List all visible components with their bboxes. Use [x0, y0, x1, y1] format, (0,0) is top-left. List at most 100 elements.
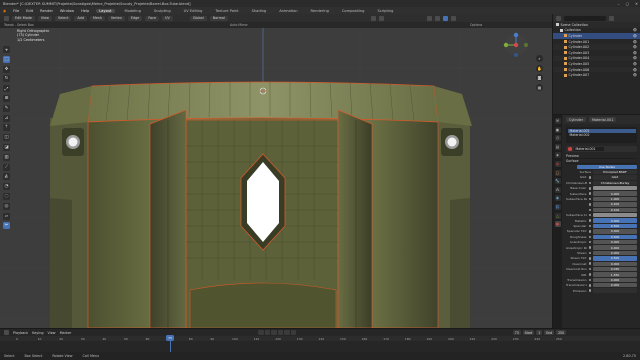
tab-uv-editing[interactable]: UV Editing	[181, 9, 206, 13]
menu-mesh[interactable]: Mesh	[89, 15, 105, 21]
socket-dot-icon[interactable]	[588, 240, 591, 244]
menu-uv[interactable]: UV	[162, 15, 173, 21]
menu-edge[interactable]: Edge	[127, 15, 143, 21]
property-value-field[interactable]: 0.000	[593, 218, 637, 223]
material-name-field[interactable]: Material.001	[573, 146, 604, 152]
cursor-tool-icon[interactable]: ⌖	[3, 46, 10, 53]
current-frame-field[interactable]: 73	[512, 330, 521, 335]
play-icon[interactable]	[277, 330, 283, 335]
visibility-eye-icon[interactable]: 👁	[633, 34, 637, 38]
polybuild-tool-icon[interactable]: ◭	[3, 173, 10, 181]
measure-tool-icon[interactable]: ⊿	[3, 114, 10, 122]
menu-keying[interactable]: Keying	[32, 331, 43, 335]
end-frame-field[interactable]: 250	[556, 330, 566, 335]
render-tab-icon[interactable]: ▣	[554, 126, 561, 133]
socket-dot-icon[interactable]	[588, 235, 591, 239]
transform-tool-icon[interactable]: ⊞	[3, 94, 10, 102]
socket-dot-icon[interactable]	[588, 208, 591, 212]
socket-dot-icon[interactable]	[588, 203, 591, 206]
jump-end-icon[interactable]	[290, 330, 296, 335]
output-tab-icon[interactable]: ⎙	[554, 135, 561, 142]
surface-shader-field[interactable]: Principled BSDF	[593, 169, 637, 175]
visibility-eye-icon[interactable]: 👁	[633, 56, 637, 60]
view-layer-tab-icon[interactable]: ▤	[554, 143, 561, 150]
mode-selector[interactable]: Edit Mode	[12, 15, 35, 21]
socket-dot-icon[interactable]	[588, 267, 591, 271]
grid-icon[interactable]: ▦	[536, 83, 543, 91]
proportional-edit-icon[interactable]	[378, 15, 384, 21]
property-value-field[interactable]	[593, 213, 637, 218]
material-tab-icon[interactable]: ●	[554, 221, 561, 228]
scene-tab-icon[interactable]: ◈	[554, 152, 561, 159]
shear-tool-icon[interactable]: ▱	[3, 212, 10, 220]
property-value-field[interactable]: 1.450	[593, 272, 637, 277]
property-value-field[interactable]: GGX	[593, 175, 637, 180]
socket-dot-icon[interactable]	[588, 213, 591, 217]
loopcut-tool-icon[interactable]: ▥	[3, 153, 10, 161]
camera-icon[interactable]: ◙	[536, 74, 543, 81]
socket-dot-icon[interactable]	[588, 187, 591, 190]
close-icon[interactable]: ✕	[635, 2, 638, 6]
tab-scripting[interactable]: Scripting	[374, 9, 396, 13]
property-value-field[interactable]: 0.030	[593, 266, 637, 272]
property-value-field[interactable]: 0.000	[593, 250, 637, 256]
menu-edit[interactable]: Edit	[26, 9, 33, 13]
rotate-tool-icon[interactable]: ↻	[3, 75, 10, 83]
start-frame-field[interactable]: 1	[536, 330, 543, 335]
bevel-tool-icon[interactable]: ◪	[3, 143, 10, 151]
menu-render[interactable]: Render	[40, 9, 53, 13]
knife-tool-icon[interactable]: ⟋	[3, 163, 10, 171]
select-tool-icon[interactable]: ⬚	[3, 55, 10, 63]
visibility-eye-icon[interactable]: 👁	[633, 45, 637, 49]
socket-dot-icon[interactable]	[588, 284, 591, 287]
extrude-tool-icon[interactable]: ⇡	[3, 124, 10, 132]
material-slot[interactable]: Material.002	[568, 133, 636, 138]
outliner-editor-icon[interactable]	[556, 15, 561, 21]
socket-dot-icon[interactable]	[588, 230, 591, 233]
tab-texture-paint[interactable]: Texture Paint	[212, 9, 241, 13]
options-dropdown[interactable]: Options	[470, 23, 482, 27]
particles-tab-icon[interactable]: ⁂	[554, 186, 561, 193]
maximize-icon[interactable]: ▢	[626, 2, 629, 6]
rip-tool-icon[interactable]: ✂	[3, 222, 10, 230]
shrink-tool-icon[interactable]: ◎	[3, 202, 10, 210]
frame-ruler[interactable]: 0102030405060708090100110120130140150160…	[0, 336, 640, 341]
outliner-search-field[interactable]	[564, 15, 606, 21]
tab-modeling[interactable]: Modeling	[122, 9, 144, 13]
tab-layout[interactable]: Layout	[96, 8, 115, 13]
tab-animation[interactable]: Animation	[276, 9, 300, 13]
pan-icon[interactable]: ✋	[536, 64, 543, 72]
menu-vertex[interactable]: Vertex	[107, 15, 125, 21]
data-tab-icon[interactable]: △	[554, 212, 561, 219]
visibility-eye-icon[interactable]: 👁	[633, 51, 637, 55]
tab-sculpting[interactable]: Sculpting	[151, 9, 174, 13]
filter-icon[interactable]	[609, 15, 614, 21]
socket-dot-icon[interactable]	[588, 192, 591, 195]
socket-dot-icon[interactable]	[588, 176, 591, 179]
visibility-eye-icon[interactable]: 👁	[633, 28, 637, 32]
property-value-field[interactable]: Christensen-Burley	[593, 180, 637, 186]
socket-dot-icon[interactable]	[588, 197, 591, 201]
menu-timeline-view[interactable]: View	[48, 331, 56, 335]
prev-key-icon[interactable]	[264, 330, 270, 335]
menu-face[interactable]: Face	[145, 15, 160, 21]
move-tool-icon[interactable]: ✥	[3, 65, 10, 73]
visibility-eye-icon[interactable]: 👁	[633, 40, 637, 44]
socket-dot-icon[interactable]	[588, 289, 591, 292]
socket-dot-icon[interactable]	[588, 262, 591, 265]
property-value-field[interactable]: 0.000	[593, 239, 637, 245]
auto-mirror-button[interactable]: Auto Mirror	[230, 23, 248, 27]
object-breadcrumb[interactable]: Cylinder	[566, 117, 587, 122]
xray-icon[interactable]	[434, 15, 440, 21]
property-value-field[interactable]	[593, 186, 637, 191]
menu-marker[interactable]: Marker	[60, 331, 72, 335]
modifier-tab-icon[interactable]: 🔧	[554, 178, 561, 185]
property-value-field[interactable]: 0.000	[593, 191, 637, 196]
spin-tool-icon[interactable]: ◔	[3, 183, 10, 191]
property-value-field[interactable]: 0.000	[593, 229, 637, 234]
menu-add[interactable]: Add	[74, 15, 87, 21]
3d-viewport[interactable]: Right Orthographic (73) Cylinder 1/2 Cen…	[0, 28, 552, 328]
socket-dot-icon[interactable]	[588, 224, 591, 228]
property-value-field[interactable]: 0.500	[593, 223, 637, 229]
socket-dot-icon[interactable]	[588, 181, 591, 185]
